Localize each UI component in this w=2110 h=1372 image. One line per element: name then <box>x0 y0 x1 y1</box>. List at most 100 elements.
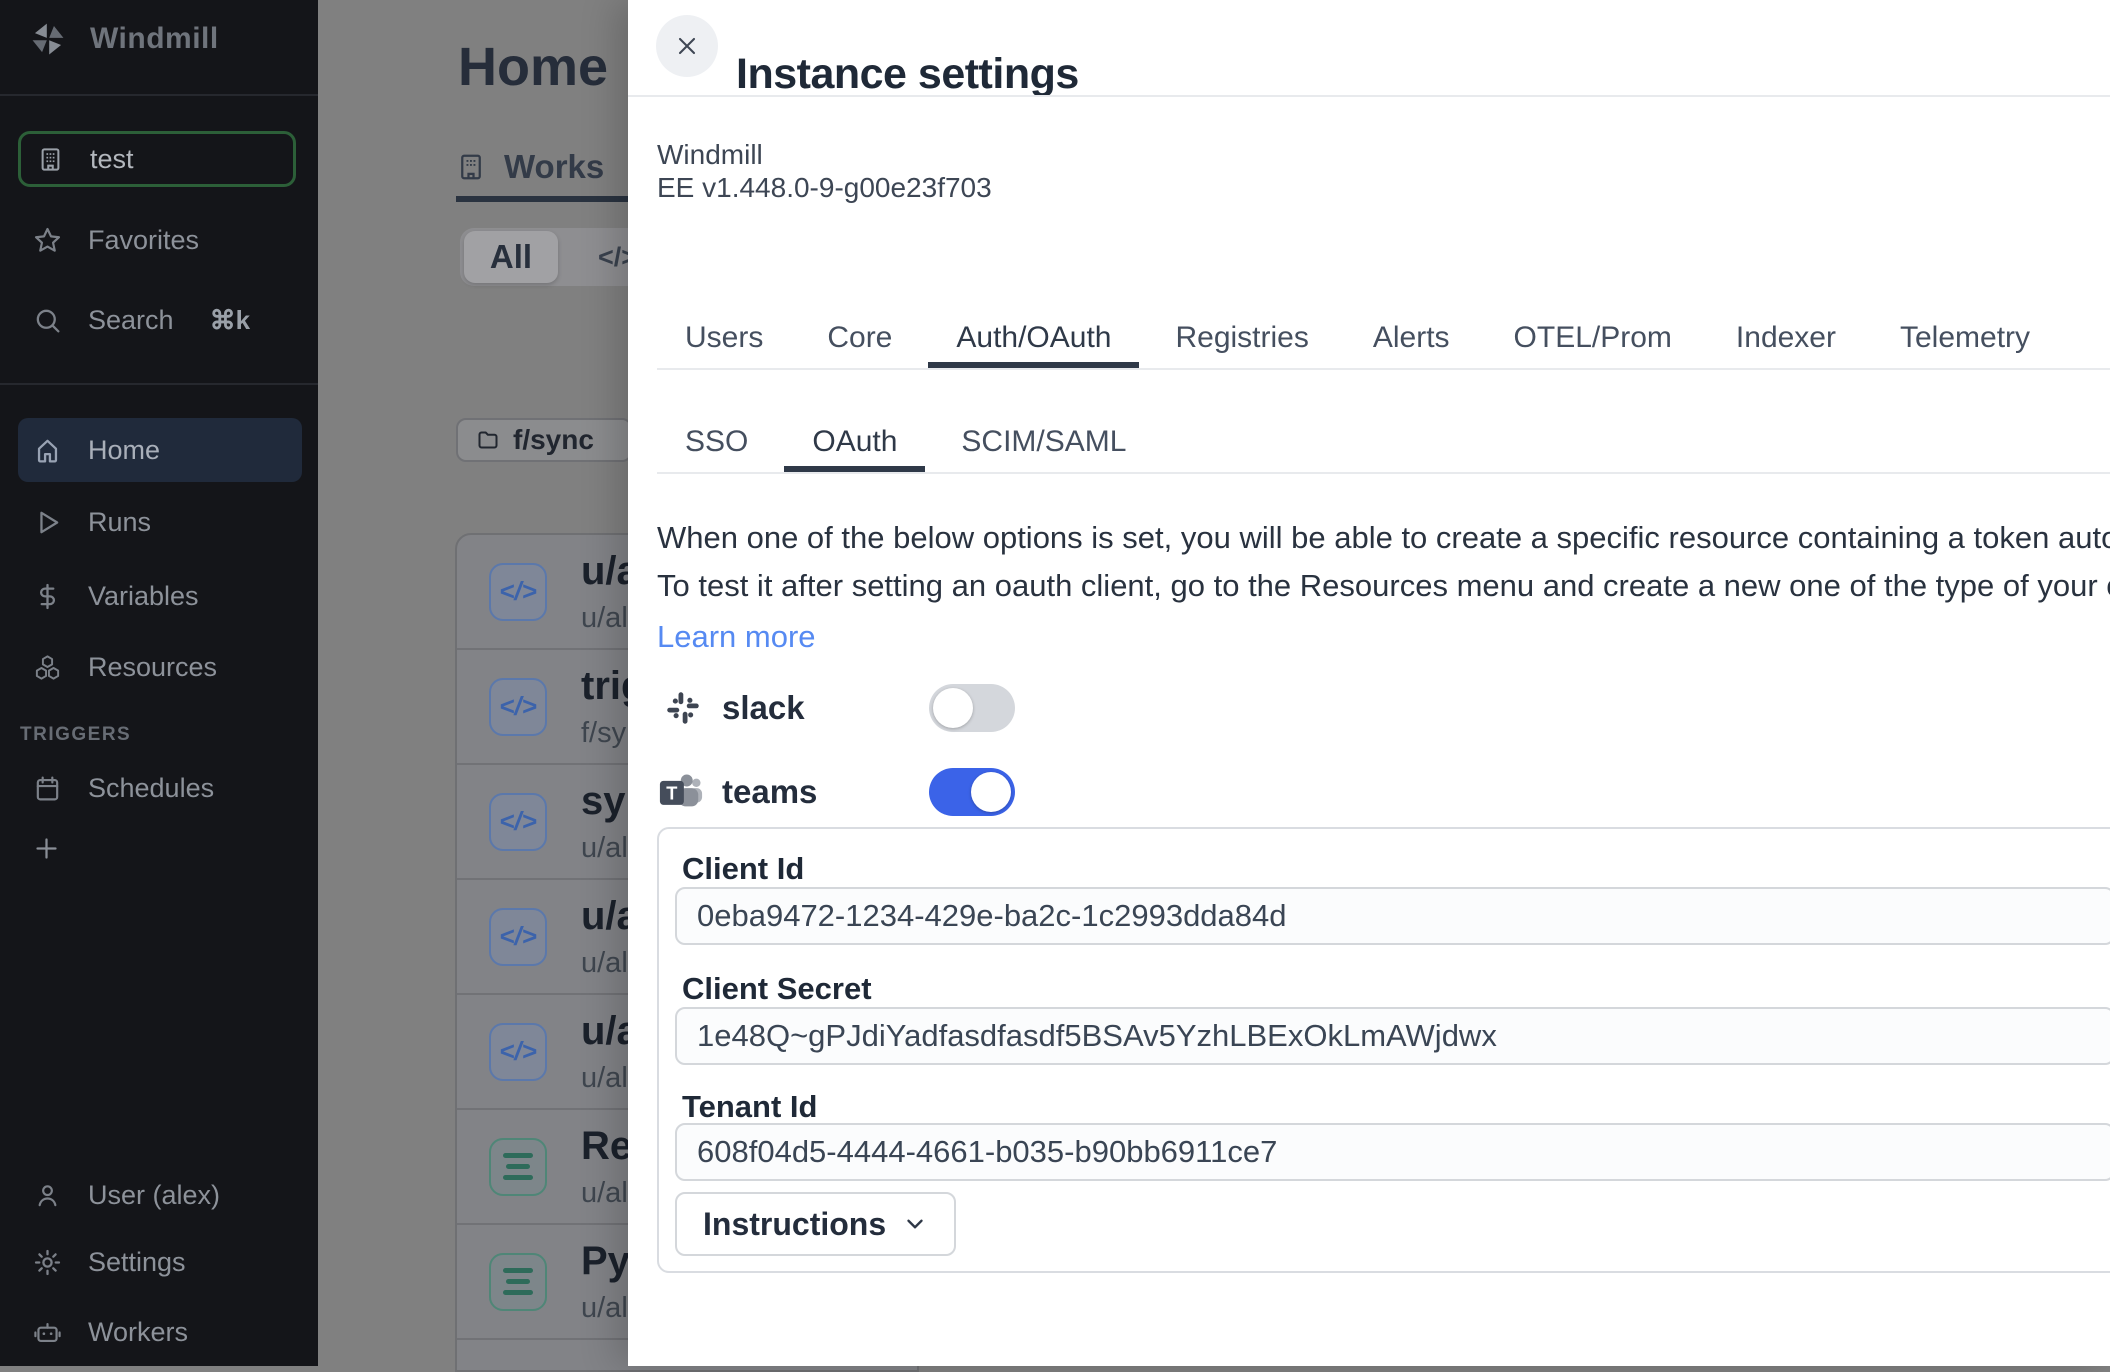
script-icon: </> <box>489 793 547 851</box>
provider-row-slack: slack <box>628 682 2110 734</box>
tenant-id-label: Tenant Id <box>682 1089 817 1125</box>
auth-subtabs: SSO OAuth SCIM/SAML <box>657 412 2110 474</box>
sidebar-item-runs[interactable]: Runs <box>0 495 318 549</box>
sidebar-item-label: User (alex) <box>88 1180 220 1211</box>
client-id-input[interactable] <box>675 887 2110 945</box>
sidebar-item-label: Schedules <box>88 773 214 804</box>
search-icon <box>33 306 62 335</box>
divider <box>0 94 318 96</box>
home-icon <box>33 436 62 465</box>
svg-text:T: T <box>666 783 677 803</box>
folder-filter-chip[interactable]: f/sync <box>456 418 632 462</box>
description-line-2: To test it after setting an oauth client… <box>657 568 2110 604</box>
tab-core[interactable]: Core <box>799 308 920 368</box>
sidebar-item-workers[interactable]: Workers <box>0 1305 318 1359</box>
subtab-oauth[interactable]: OAuth <box>784 412 925 472</box>
sidebar-item-label: Search <box>88 305 174 336</box>
toggle-knob <box>971 772 1011 812</box>
play-icon <box>33 508 62 537</box>
product-name: Windmill <box>657 138 763 171</box>
workspace-selector[interactable]: test <box>18 131 296 187</box>
sidebar-item-settings[interactable]: Settings <box>0 1235 318 1289</box>
code-glyph: </> <box>499 806 537 837</box>
tenant-id-input[interactable] <box>675 1123 2110 1181</box>
script-icon: </> <box>489 1023 547 1081</box>
plus-icon <box>33 835 60 862</box>
code-glyph: </> <box>499 1036 537 1067</box>
document-icon <box>489 1253 547 1311</box>
provider-row-teams: T teams <box>628 766 2110 818</box>
windmill-logo-icon <box>29 20 67 58</box>
tab-workspace[interactable]: Works <box>456 148 604 186</box>
learn-more-link[interactable]: Learn more <box>657 619 816 655</box>
divider <box>628 95 2110 97</box>
brand-name: Windmill <box>90 22 219 56</box>
provider-name: teams <box>722 773 817 811</box>
sidebar-item-label: Runs <box>88 507 151 538</box>
sidebar-item-label: Resources <box>88 652 217 683</box>
script-icon: </> <box>489 563 547 621</box>
code-glyph: </> <box>499 691 537 722</box>
sidebar-item-favorites[interactable]: Favorites <box>0 213 318 267</box>
close-icon <box>673 32 701 60</box>
instance-settings-drawer: Instance settings Windmill EE v1.448.0-9… <box>628 0 2110 1366</box>
sidebar-item-resources[interactable]: Resources <box>0 640 318 694</box>
building-icon <box>456 152 486 182</box>
sidebar-item-label: Workers <box>88 1317 188 1348</box>
filter-all-button[interactable]: All <box>464 231 558 283</box>
oauth-config-panel: Client Id Client Secret Tenant Id Instru… <box>657 827 2110 1273</box>
calendar-icon <box>33 774 62 803</box>
sidebar: Windmill test Favorites <box>0 0 318 1366</box>
page-title: Home <box>458 36 608 98</box>
gear-icon <box>33 1248 62 1277</box>
document-icon <box>489 1138 547 1196</box>
workspace-name: test <box>90 144 134 175</box>
subtab-scim-saml[interactable]: SCIM/SAML <box>933 412 1154 472</box>
version-text: EE v1.448.0-9-g00e23f703 <box>657 171 992 204</box>
building-icon <box>37 146 64 173</box>
sidebar-item-variables[interactable]: Variables <box>0 569 318 623</box>
chevron-down-icon <box>902 1211 928 1237</box>
divider <box>0 383 318 385</box>
brand: Windmill <box>29 20 219 58</box>
sidebar-item-home[interactable]: Home <box>18 418 302 482</box>
tab-users[interactable]: Users <box>657 308 791 368</box>
tab-otel-prom[interactable]: OTEL/Prom <box>1486 308 1700 368</box>
tab-alerts[interactable]: Alerts <box>1345 308 1478 368</box>
tab-indexer[interactable]: Indexer <box>1708 308 1864 368</box>
sidebar-item-label: Home <box>88 435 160 466</box>
subtab-sso[interactable]: SSO <box>657 412 776 472</box>
client-id-label: Client Id <box>682 851 804 887</box>
tab-auth-oauth[interactable]: Auth/OAuth <box>928 308 1139 368</box>
add-trigger-button[interactable] <box>0 821 318 875</box>
client-secret-input[interactable] <box>675 1007 2110 1065</box>
sidebar-item-search[interactable]: Search ⌘k <box>0 293 318 347</box>
instructions-button[interactable]: Instructions <box>675 1192 956 1256</box>
slack-icon <box>665 690 701 726</box>
teams-icon: T <box>658 769 704 815</box>
code-glyph: </> <box>499 921 537 952</box>
boxes-icon <box>33 653 62 682</box>
close-button[interactable] <box>656 15 718 77</box>
script-icon: </> <box>489 678 547 736</box>
sidebar-item-label: Variables <box>88 581 199 612</box>
sidebar-item-user[interactable]: User (alex) <box>0 1168 318 1222</box>
star-icon <box>33 226 62 255</box>
tab-telemetry[interactable]: Telemetry <box>1872 308 2058 368</box>
script-icon: </> <box>489 908 547 966</box>
toggle-knob <box>933 688 973 728</box>
tab-label: Works <box>504 148 604 186</box>
description-line-1: When one of the below options is set, yo… <box>657 520 2110 556</box>
slack-toggle[interactable] <box>929 684 1015 732</box>
dollar-icon <box>33 582 62 611</box>
instructions-label: Instructions <box>703 1206 886 1243</box>
teams-toggle[interactable] <box>929 768 1015 816</box>
folder-chip-label: f/sync <box>513 424 594 456</box>
folder-icon <box>476 428 500 452</box>
sidebar-item-label: Settings <box>88 1247 186 1278</box>
drawer-title: Instance settings <box>736 50 1079 99</box>
provider-name: slack <box>722 689 805 727</box>
tab-registries[interactable]: Registries <box>1147 308 1336 368</box>
sidebar-item-schedules[interactable]: Schedules <box>0 761 318 815</box>
triggers-section-label: TRIGGERS <box>20 724 131 746</box>
